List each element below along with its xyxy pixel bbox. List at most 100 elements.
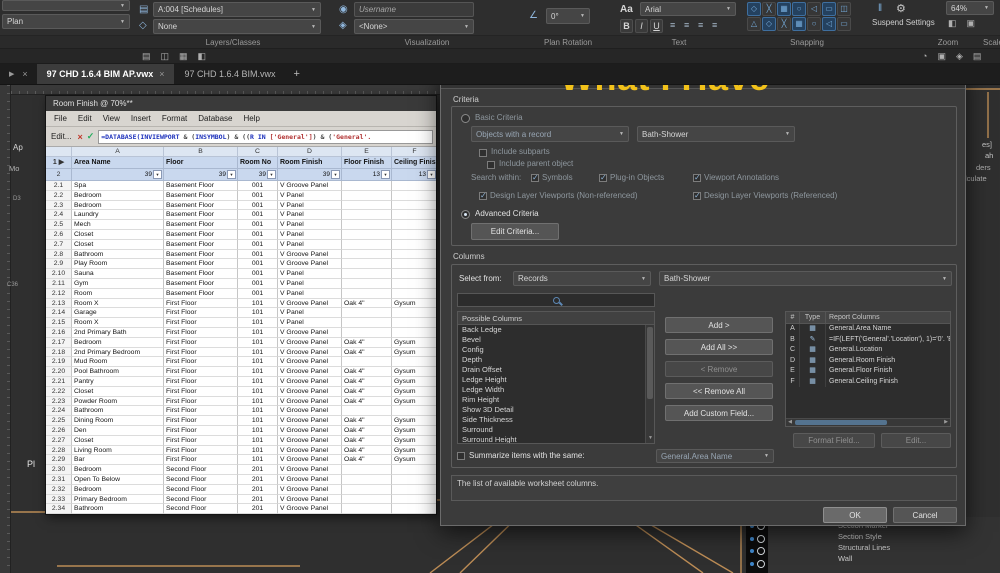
cell[interactable]: Oak 4"	[342, 397, 392, 407]
cell[interactable]: V Groove Panel	[278, 250, 342, 260]
cell[interactable]: V Panel	[278, 220, 342, 230]
menu-view[interactable]: View	[103, 114, 120, 123]
cell[interactable]: 2.13	[46, 299, 72, 309]
snap-button[interactable]: ◇	[747, 2, 761, 16]
cell[interactable]: First Floor	[164, 446, 238, 456]
scrollbar-thumb[interactable]	[795, 420, 887, 425]
cell[interactable]: V Panel	[278, 279, 342, 289]
worksheet-title[interactable]: Room Finish @ 70%**	[46, 96, 436, 111]
cell[interactable]	[342, 210, 392, 220]
cell[interactable]: 2.29	[46, 455, 72, 465]
cell[interactable]: Basement Floor	[164, 181, 238, 191]
cell[interactable]: 001	[238, 230, 278, 240]
align-left-icon[interactable]: ≡	[670, 20, 675, 30]
cell[interactable]: Bar	[72, 455, 164, 465]
cell[interactable]: V Groove Panel	[278, 426, 342, 436]
cell[interactable]: V Groove Panel	[278, 367, 342, 377]
cell[interactable]: V Groove Panel	[278, 465, 342, 475]
cell[interactable]	[342, 318, 392, 328]
snap-button[interactable]: ▦	[792, 17, 806, 31]
column-header[interactable]: Area Name	[72, 157, 164, 169]
cell[interactable]: Gysum	[392, 397, 436, 407]
menu-format[interactable]: Format	[162, 114, 187, 123]
background-render-dropdown[interactable]: <None>▼	[354, 19, 474, 34]
cell[interactable]	[342, 230, 392, 240]
snap-button[interactable]: ╳	[762, 2, 776, 16]
column-header[interactable]: Room No	[238, 157, 278, 169]
column-letter[interactable]: B	[164, 147, 238, 157]
cell[interactable]: First Floor	[164, 416, 238, 426]
cell[interactable]: Second Floor	[164, 475, 238, 485]
cell[interactable]	[392, 465, 436, 475]
cell[interactable]	[342, 465, 392, 475]
cell[interactable]: First Floor	[164, 397, 238, 407]
toolbar-icon[interactable]: ▤	[142, 51, 151, 62]
formula-field[interactable]: =DATABASE(INVIEWPORT & (INSYMBOL) & ((R …	[98, 130, 433, 144]
cell[interactable]: 101	[238, 367, 278, 377]
cell[interactable]: Oak 4"	[342, 367, 392, 377]
cell[interactable]: Gysum	[392, 455, 436, 465]
cell[interactable]: V Groove Panel	[278, 436, 342, 446]
cell[interactable]: V Panel	[278, 201, 342, 211]
cell[interactable]: Basement Floor	[164, 269, 238, 279]
cell[interactable]: Second Floor	[164, 465, 238, 475]
align-justify-icon[interactable]: ≡	[712, 20, 717, 30]
cell[interactable]: V Groove Panel	[278, 357, 342, 367]
cell[interactable]: Gysum	[392, 348, 436, 358]
cell[interactable]: 2.8	[46, 250, 72, 260]
list-item[interactable]: Config	[458, 345, 654, 355]
list-item[interactable]: Rim Height	[458, 395, 654, 405]
cell[interactable]: V Groove Panel	[278, 406, 342, 416]
cell[interactable]: 101	[238, 299, 278, 309]
cell[interactable]: V Panel	[278, 289, 342, 299]
cell[interactable]: 2.20	[46, 367, 72, 377]
cell[interactable]: First Floor	[164, 318, 238, 328]
cell[interactable]: 2.26	[46, 426, 72, 436]
plan-rotation-field[interactable]: 0°▼	[546, 8, 590, 24]
cell[interactable]: 001	[238, 269, 278, 279]
list-item[interactable]: Ledge Width	[458, 385, 654, 395]
cell[interactable]: 101	[238, 387, 278, 397]
symbols-checkbox[interactable]	[531, 174, 539, 182]
column-header[interactable]: Room Finish	[278, 157, 342, 169]
cell[interactable]: 2.24	[46, 406, 72, 416]
cell[interactable]	[342, 279, 392, 289]
dlv-referenced-checkbox[interactable]	[693, 192, 701, 200]
cell[interactable]: First Floor	[164, 406, 238, 416]
filter-dropdown-icon[interactable]: ▼	[227, 170, 236, 179]
filter-cell[interactable]: 39▼	[278, 169, 342, 181]
plan-view-dropdown[interactable]: ▼	[2, 0, 130, 11]
cell[interactable]	[392, 357, 436, 367]
toolbar-icon[interactable]: ◧	[948, 18, 957, 29]
filter-dropdown-icon[interactable]: ▼	[331, 170, 340, 179]
report-column-row[interactable]: C▦General.Location	[786, 345, 950, 356]
cell[interactable]: 2.3	[46, 201, 72, 211]
report-column-row[interactable]: D▦General.Room Finish	[786, 356, 950, 367]
cell[interactable]	[392, 250, 436, 260]
advanced-criteria-radio[interactable]	[461, 210, 470, 219]
cell[interactable]	[342, 201, 392, 211]
cell[interactable]: 101	[238, 406, 278, 416]
list-item[interactable]: Ledge Height	[458, 375, 654, 385]
cell[interactable]: Second Floor	[164, 485, 238, 495]
cell[interactable]: 101	[238, 308, 278, 318]
cell[interactable]	[392, 220, 436, 230]
column-letter[interactable]: A	[72, 147, 164, 157]
cell[interactable]: 201	[238, 504, 278, 514]
report-column-row[interactable]: F▦General.Ceiling Finish	[786, 377, 950, 388]
close-all-icon[interactable]: ×	[22, 69, 27, 79]
cell[interactable]	[392, 191, 436, 201]
column-header[interactable]: Floor	[164, 157, 238, 169]
suspend-settings-label[interactable]: Suspend Settings	[872, 18, 935, 27]
cell[interactable]: V Panel	[278, 230, 342, 240]
cell[interactable]: 2.32	[46, 485, 72, 495]
toolbar-icon[interactable]: ▦	[179, 51, 188, 62]
record-knob[interactable]	[750, 547, 765, 555]
cell[interactable]: Oak 4"	[342, 455, 392, 465]
cell[interactable]: 2.5	[46, 220, 72, 230]
cell[interactable]: 2.14	[46, 308, 72, 318]
cell[interactable]: Second Floor	[164, 504, 238, 514]
menu-database[interactable]: Database	[198, 114, 232, 123]
underline-button[interactable]: U	[650, 19, 663, 33]
cell[interactable]: 001	[238, 240, 278, 250]
